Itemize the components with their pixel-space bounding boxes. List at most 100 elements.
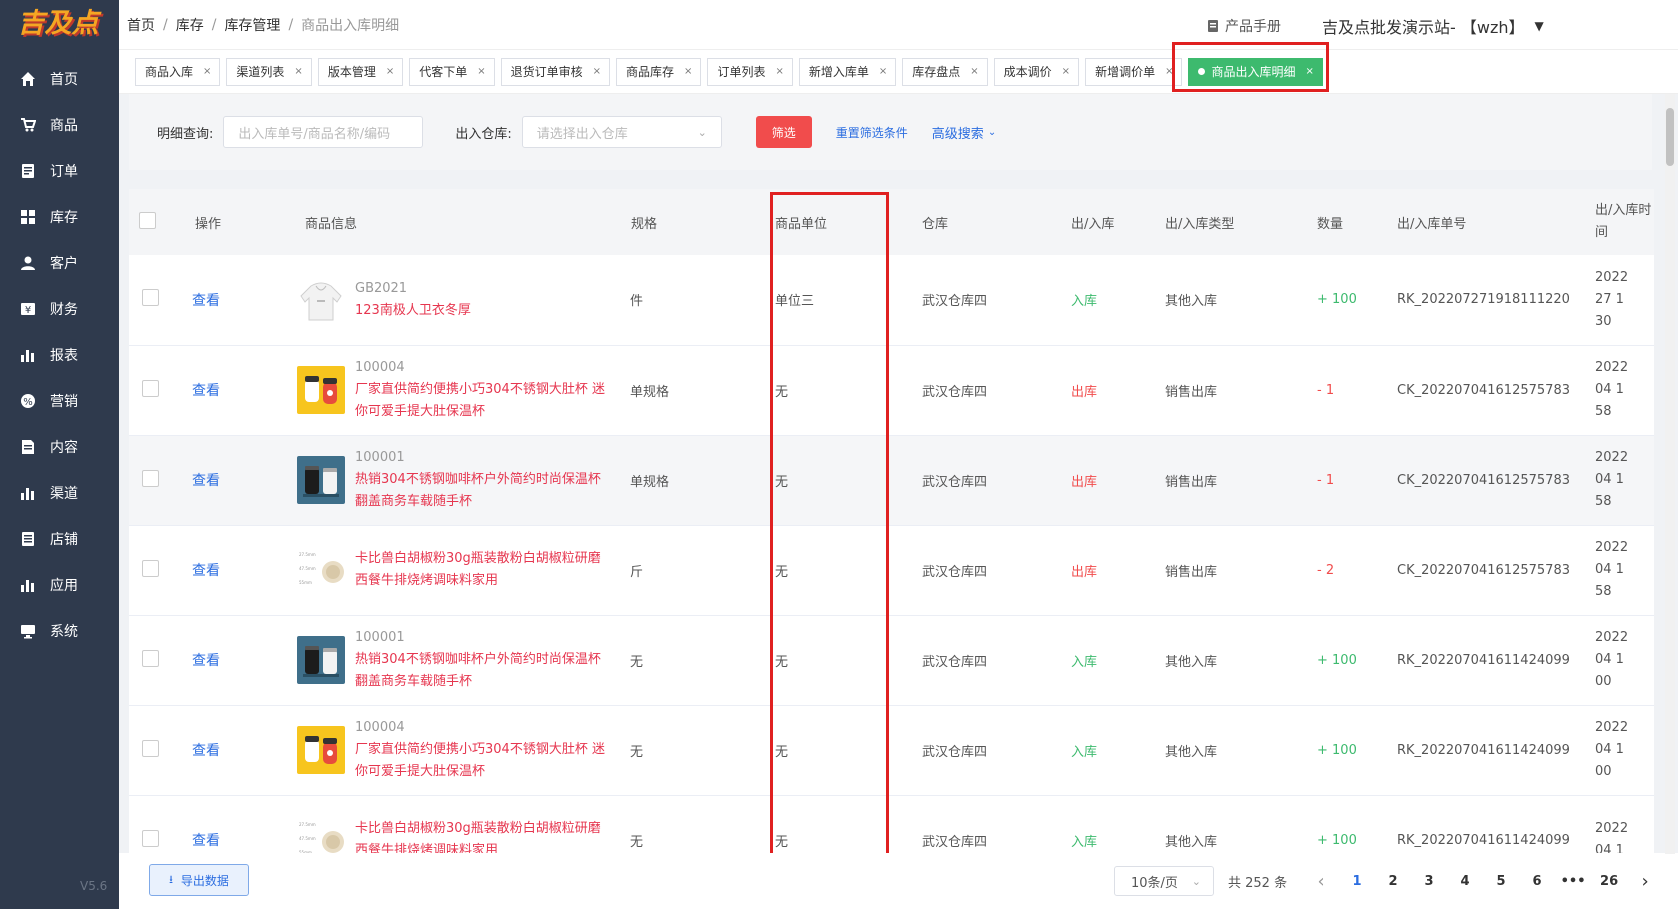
select-all-checkbox[interactable] — [139, 211, 156, 229]
next-page-button[interactable]: › — [1627, 871, 1663, 892]
view-link[interactable]: 查看 — [192, 383, 220, 399]
sidebar-item-8[interactable]: 内容 — [0, 424, 119, 470]
page-size-select[interactable]: 10条/页 ⌄ — [1114, 866, 1214, 896]
row-checkbox[interactable] — [142, 559, 159, 577]
sidebar-item-1[interactable]: 商品 — [0, 102, 119, 148]
product-name[interactable]: 卡比兽白胡椒粉30g瓶装散粉白胡椒粒研磨 西餐牛排烧烤调味料家用 — [355, 548, 601, 592]
tab-11[interactable]: 商品出入库明细 × — [1188, 57, 1323, 86]
time-line1: 2022 — [1595, 630, 1629, 645]
tab-5[interactable]: 商品库存 × — [616, 57, 702, 86]
tab-4[interactable]: 退货订单审核 × — [500, 57, 611, 86]
time-line2: 04 1 — [1595, 562, 1624, 577]
close-icon[interactable]: × — [970, 66, 978, 77]
tab-10[interactable]: 新增调价单 × — [1085, 57, 1183, 86]
bar-chart-icon — [20, 577, 36, 593]
view-link[interactable]: 查看 — [192, 563, 220, 579]
view-link[interactable]: 查看 — [192, 833, 220, 849]
type-cell: 其他入库 — [1165, 705, 1315, 796]
unit-cell: 无 — [765, 435, 915, 526]
view-link[interactable]: 查看 — [192, 473, 220, 489]
row-checkbox[interactable] — [142, 289, 159, 307]
page-number[interactable]: 1 — [1339, 874, 1375, 889]
tab-7[interactable]: 新增入库单 × — [798, 57, 897, 86]
product-thumbnail — [297, 456, 345, 504]
close-icon[interactable]: × — [1305, 66, 1313, 77]
close-icon[interactable]: × — [294, 66, 302, 77]
close-icon[interactable]: × — [477, 66, 485, 77]
page-number[interactable]: ••• — [1555, 874, 1591, 889]
close-icon[interactable]: × — [593, 66, 601, 77]
tab-9[interactable]: 成本调价 × — [993, 57, 1080, 86]
sidebar-item-9[interactable]: 渠道 — [0, 470, 119, 516]
product-name[interactable]: 热销304不锈钢咖啡杯户外简约时尚保温杯 翻盖商务车载随手杯 — [355, 649, 601, 693]
close-icon[interactable]: × — [203, 66, 211, 77]
page-number[interactable]: 26 — [1591, 874, 1627, 889]
quantity-cell: + 100 — [1315, 255, 1395, 346]
close-icon[interactable]: × — [684, 66, 692, 77]
sidebar-item-7[interactable]: % 营销 — [0, 378, 119, 424]
scrollbar-thumb[interactable] — [1666, 108, 1674, 166]
query-input[interactable]: 出入库单号/商品名称/编码 — [223, 116, 424, 148]
sidebar-item-5[interactable]: ¥ 财务 — [0, 286, 119, 332]
page-number[interactable]: 2 — [1375, 874, 1411, 889]
product-name[interactable]: 热销304不锈钢咖啡杯户外简约时尚保温杯 翻盖商务车载随手杯 — [355, 469, 601, 513]
page-number[interactable]: 4 — [1447, 874, 1483, 889]
sidebar-item-4[interactable]: 客户 — [0, 240, 119, 286]
pagination: 10条/页 ⌄ 共 252 条 ‹ 1 2 3 4 5 6 ••• 26 › — [1114, 866, 1663, 896]
tab-0[interactable]: 商品入库 × — [135, 57, 221, 86]
sidebar-item-10[interactable]: 店铺 — [0, 516, 119, 562]
warehouse-select[interactable]: 请选择出入仓库 ⌄ — [521, 116, 722, 148]
product-name[interactable]: 卡比兽白胡椒粉30g瓶装散粉白胡椒粒研磨 西餐牛排烧烤调味料家用 — [355, 818, 601, 853]
col-header-time-line1: 出/入库时 — [1595, 203, 1652, 218]
prev-page-button[interactable]: ‹ — [1303, 871, 1339, 892]
site-user-menu[interactable]: 吉及点批发演示站- 【wzh】 ▼ — [1322, 14, 1544, 38]
advanced-search-link[interactable]: 高级搜索 ⌄ — [932, 123, 996, 142]
page-number[interactable]: 6 — [1519, 874, 1555, 889]
row-checkbox[interactable] — [142, 469, 159, 487]
page-number[interactable]: 5 — [1483, 874, 1519, 889]
breadcrumb-home[interactable]: 首页 — [127, 15, 155, 35]
vertical-scrollbar[interactable] — [1665, 94, 1675, 854]
sidebar-item-12[interactable]: 系统 — [0, 608, 119, 654]
export-data-button[interactable]: ⭳ 导出数据 — [149, 864, 249, 896]
sidebar-item-0[interactable]: 首页 — [0, 56, 119, 102]
product-thumbnail — [297, 366, 345, 414]
product-name[interactable]: 123南极人卫衣冬厚 — [355, 300, 471, 322]
close-icon[interactable]: × — [879, 66, 887, 77]
page-number[interactable]: 3 — [1411, 874, 1447, 889]
direction-cell: 出库 — [1065, 435, 1165, 526]
sidebar-item-11[interactable]: 应用 — [0, 562, 119, 608]
view-link[interactable]: 查看 — [192, 293, 220, 309]
close-icon[interactable]: × — [1165, 66, 1173, 77]
row-checkbox[interactable] — [142, 829, 159, 847]
close-icon[interactable]: × — [1062, 66, 1070, 77]
close-icon[interactable]: × — [775, 66, 783, 77]
svg-text:%: % — [23, 397, 33, 408]
product-manual-link[interactable]: 产品手册 — [1207, 16, 1281, 36]
view-link[interactable]: 查看 — [192, 653, 220, 669]
reset-filter-link[interactable]: 重置筛选条件 — [836, 124, 908, 141]
product-name-line1: 热销304不锈钢咖啡杯户外简约时尚保温杯 — [355, 652, 601, 667]
breadcrumb-stock[interactable]: 库存 — [176, 15, 204, 35]
product-name[interactable]: 厂家直供简约便携小巧304不锈钢大肚杯 迷你可爱手提大肚保温杯 — [355, 739, 605, 783]
sidebar-item-6[interactable]: 报表 — [0, 332, 119, 378]
breadcrumb-stock-manage[interactable]: 库存管理 — [224, 15, 280, 35]
tab-1[interactable]: 渠道列表 × — [226, 57, 312, 86]
filter-button[interactable]: 筛选 — [755, 116, 812, 148]
close-icon[interactable]: × — [386, 66, 394, 77]
time-cell: 2022 04 1 — [1595, 795, 1654, 853]
spec-cell: 无 — [624, 795, 765, 853]
row-checkbox[interactable] — [142, 649, 159, 667]
tab-3[interactable]: 代客下单 × — [409, 57, 495, 86]
tab-8[interactable]: 库存盘点 × — [902, 57, 988, 86]
row-checkbox[interactable] — [142, 739, 159, 757]
product-info: 27.5mm 47.5mm 55mm 卡比兽白胡椒粉30g瓶装散粉白胡椒粒研磨 西餐牛… — [297, 816, 624, 853]
sidebar-item-3[interactable]: 库存 — [0, 194, 119, 240]
type-cell: 其他入库 — [1165, 615, 1315, 706]
sidebar-item-2[interactable]: 订单 — [0, 148, 119, 194]
product-name[interactable]: 厂家直供简约便携小巧304不锈钢大肚杯 迷你可爱手提大肚保温杯 — [355, 379, 605, 423]
row-checkbox[interactable] — [142, 379, 159, 397]
tab-2[interactable]: 版本管理 × — [317, 57, 404, 86]
tab-6[interactable]: 订单列表 × — [707, 57, 793, 86]
view-link[interactable]: 查看 — [192, 743, 220, 759]
